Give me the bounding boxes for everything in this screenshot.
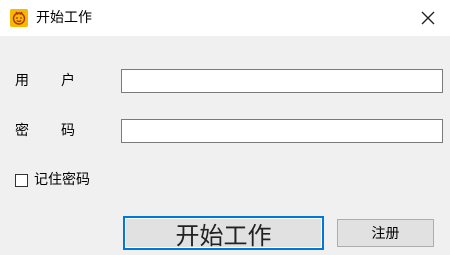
password-label-char-2: 码	[61, 123, 75, 139]
password-input[interactable]	[121, 119, 443, 143]
window-title: 开始工作	[36, 10, 92, 26]
username-label: 用 户	[15, 72, 75, 90]
password-label-char-1: 密	[15, 123, 29, 139]
password-label: 密 码	[15, 122, 75, 140]
username-label-char-2: 户	[61, 73, 75, 89]
start-work-button[interactable]: 开始工作	[123, 216, 324, 250]
smiley-app-icon	[10, 9, 28, 27]
register-button[interactable]: 注册	[337, 219, 434, 247]
username-input[interactable]	[121, 69, 443, 93]
remember-password-label: 记住密码	[34, 172, 90, 188]
close-icon	[421, 11, 435, 25]
close-button[interactable]	[414, 4, 442, 32]
login-window: 开始工作 用 户 密 码 记住密码 开始工作 注册	[0, 0, 450, 255]
username-label-char-1: 用	[15, 73, 29, 89]
remember-password-checkbox[interactable]	[15, 173, 28, 187]
title-bar[interactable]: 开始工作	[0, 0, 450, 36]
remember-password-option[interactable]: 记住密码	[15, 171, 90, 189]
